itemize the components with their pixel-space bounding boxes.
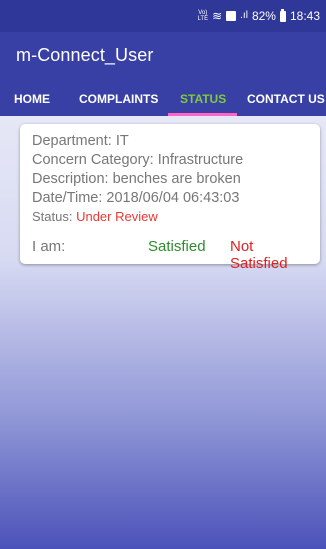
tab-indicator xyxy=(168,113,237,116)
battery-icon xyxy=(279,8,286,22)
app-title: m-Connect_User xyxy=(16,45,154,65)
signal-icon: .ıl xyxy=(240,10,248,21)
category-text: Concern Category: Infrastructure xyxy=(32,152,244,168)
status-text: Status: Under Review xyxy=(32,208,320,225)
description-text: Description: benches are broken xyxy=(32,171,241,187)
complaint-card: Department: IT Concern Category: Infrast… xyxy=(20,124,320,272)
tab-status[interactable]: STATUS xyxy=(180,82,226,116)
clock: 18:43 xyxy=(289,9,320,23)
status-label: Status: xyxy=(32,209,77,224)
battery-percent: 82% xyxy=(251,9,276,23)
notification-icon xyxy=(226,11,237,21)
not-satisfied-button[interactable]: Not Satisfied xyxy=(230,238,314,272)
status-bar: Vo) LTE ≋ .ıl 82% 18:43 xyxy=(0,0,326,32)
app-bar: m-Connect_User xyxy=(0,32,326,82)
tab-complaints[interactable]: COMPLAINTS xyxy=(79,82,158,116)
tab-home[interactable]: HOME xyxy=(14,82,50,116)
satisfied-button[interactable]: Satisfied xyxy=(148,238,206,255)
tab-contact-us[interactable]: CONTACT US xyxy=(247,82,325,116)
datetime-text: Date/Time: 2018/06/04 06:43:03 xyxy=(32,190,240,206)
status-value: Under Review xyxy=(76,209,158,224)
tab-bar: HOME COMPLAINTS STATUS CONTACT US xyxy=(0,82,326,116)
volte-icon: Vo) LTE xyxy=(197,10,209,22)
wifi-icon: ≋ xyxy=(212,9,223,23)
feedback-label: I am: xyxy=(32,238,66,255)
department-text: Department: IT xyxy=(32,133,129,149)
feedback-row: I am: Satisfied Not Satisfied xyxy=(32,238,314,272)
